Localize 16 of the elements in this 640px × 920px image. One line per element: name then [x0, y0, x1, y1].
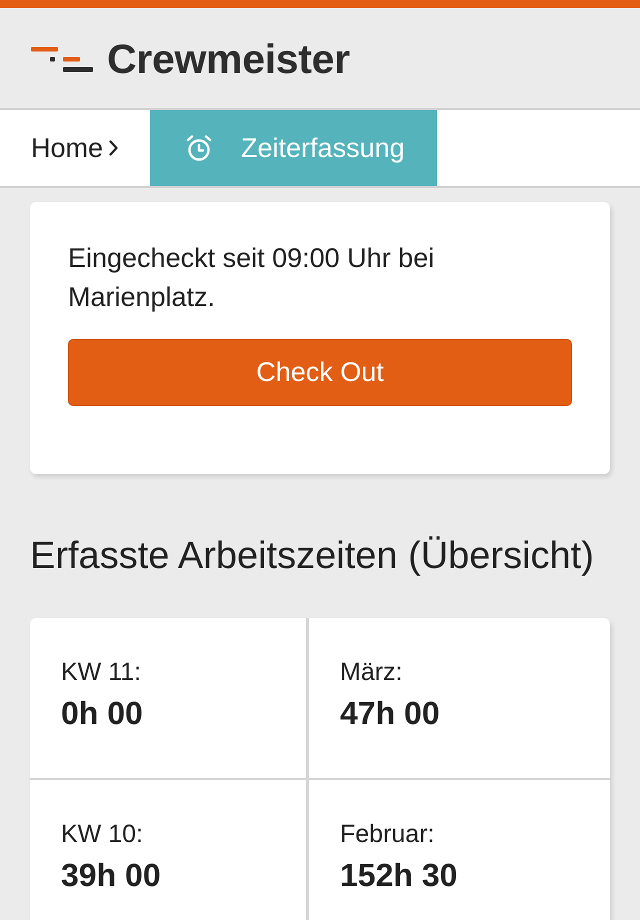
period-label: KW 10:	[61, 819, 144, 849]
alarm-clock-icon	[186, 135, 212, 161]
period-label: März:	[340, 657, 404, 687]
hours-value: 47h 00	[340, 694, 441, 733]
chevron-right-icon	[109, 140, 118, 156]
period-label: KW 11:	[61, 657, 142, 687]
breadcrumb-tab[interactable]: Zeiterfassung	[150, 110, 437, 186]
hours-value: 39h 00	[61, 856, 162, 895]
logo-text: Crewmeister	[107, 36, 350, 82]
hours-value: 0h 00	[61, 694, 144, 733]
check-out-button[interactable]: Check Out	[68, 339, 572, 406]
logo-icon	[31, 46, 93, 72]
section-title: Erfasste Arbeitszeiten (Übersicht)	[30, 534, 595, 579]
checkin-message: Eingecheckt seit 09:00 Uhr bei Marienplatz.	[68, 242, 436, 314]
hours-value: 152h 30	[340, 856, 458, 895]
period-label: Februar:	[340, 819, 436, 849]
